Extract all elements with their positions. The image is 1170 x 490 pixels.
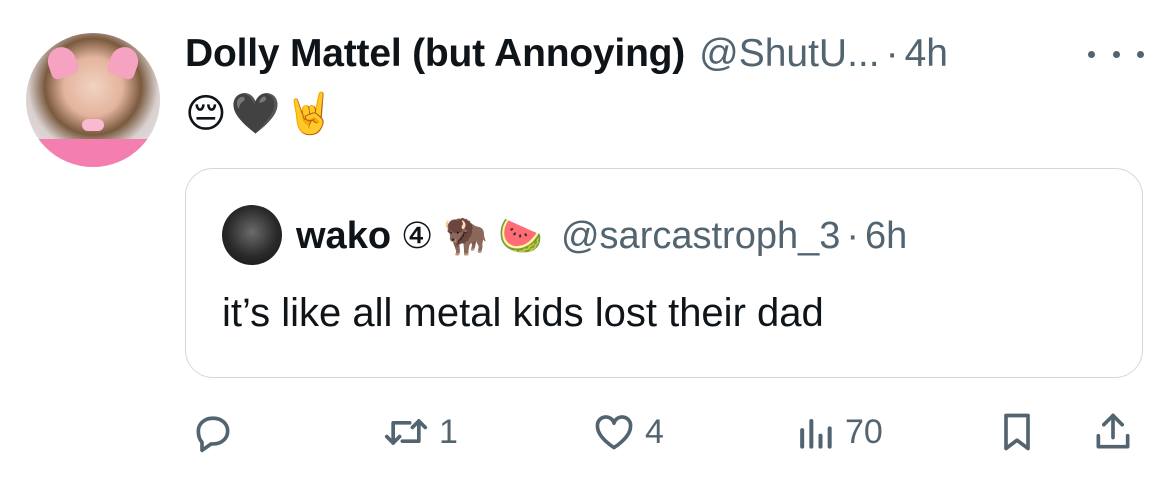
- avatar-ear: [105, 43, 143, 81]
- author-name[interactable]: Dolly Mattel (but Annoying): [185, 32, 685, 76]
- author-handle[interactable]: @ShutU...: [699, 32, 880, 76]
- avatar-bow: [82, 119, 104, 131]
- author-avatar[interactable]: [26, 33, 160, 167]
- action-bar: 1 4 70: [185, 404, 1145, 460]
- share-button[interactable]: [1091, 404, 1135, 460]
- more-dot: [1112, 50, 1120, 58]
- quote-author-avatar[interactable]: [222, 205, 282, 265]
- views-count: 70: [845, 412, 883, 451]
- quoted-tweet[interactable]: wako ④ 🦬 🍉 @sarcastroph_3 · 6h it’s like…: [185, 168, 1143, 378]
- more-dot: [1137, 50, 1144, 58]
- retweet-icon: [384, 419, 428, 445]
- reply-icon: [196, 416, 230, 453]
- like-button[interactable]: 4: [591, 404, 664, 460]
- retweet-count: 1: [439, 412, 458, 451]
- views-button[interactable]: 70: [793, 404, 883, 460]
- quote-text: it’s like all metal kids lost their dad: [222, 291, 824, 335]
- reply-button[interactable]: [191, 404, 243, 460]
- bookmark-button[interactable]: [995, 404, 1039, 460]
- quote-header: wako ④ 🦬 🍉 @sarcastroph_3 · 6h: [296, 209, 907, 263]
- quote-author-handle[interactable]: @sarcastroph_3: [561, 215, 840, 258]
- avatar-outfit: [26, 139, 160, 167]
- separator-dot: ·: [885, 32, 899, 75]
- separator-dot: ·: [846, 214, 860, 257]
- like-icon: [595, 415, 633, 450]
- avatar-ear: [43, 43, 81, 81]
- retweet-button[interactable]: 1: [381, 404, 458, 460]
- tweet-text: 😔🖤🤘: [185, 92, 339, 136]
- bookmark-icon: [1004, 413, 1030, 451]
- views-icon: [800, 418, 832, 449]
- quote-author-name[interactable]: wako: [296, 215, 391, 258]
- tweet-timestamp[interactable]: 4h: [905, 32, 948, 76]
- quote-name-badges: ④ 🦬 🍉: [401, 215, 543, 256]
- more-icon[interactable]: [1088, 34, 1144, 74]
- share-icon: [1096, 413, 1130, 449]
- quote-timestamp[interactable]: 6h: [865, 215, 907, 258]
- tweet-header: Dolly Mattel (but Annoying) @ShutU... · …: [185, 28, 948, 80]
- more-dot: [1088, 50, 1095, 58]
- like-count: 4: [645, 412, 664, 451]
